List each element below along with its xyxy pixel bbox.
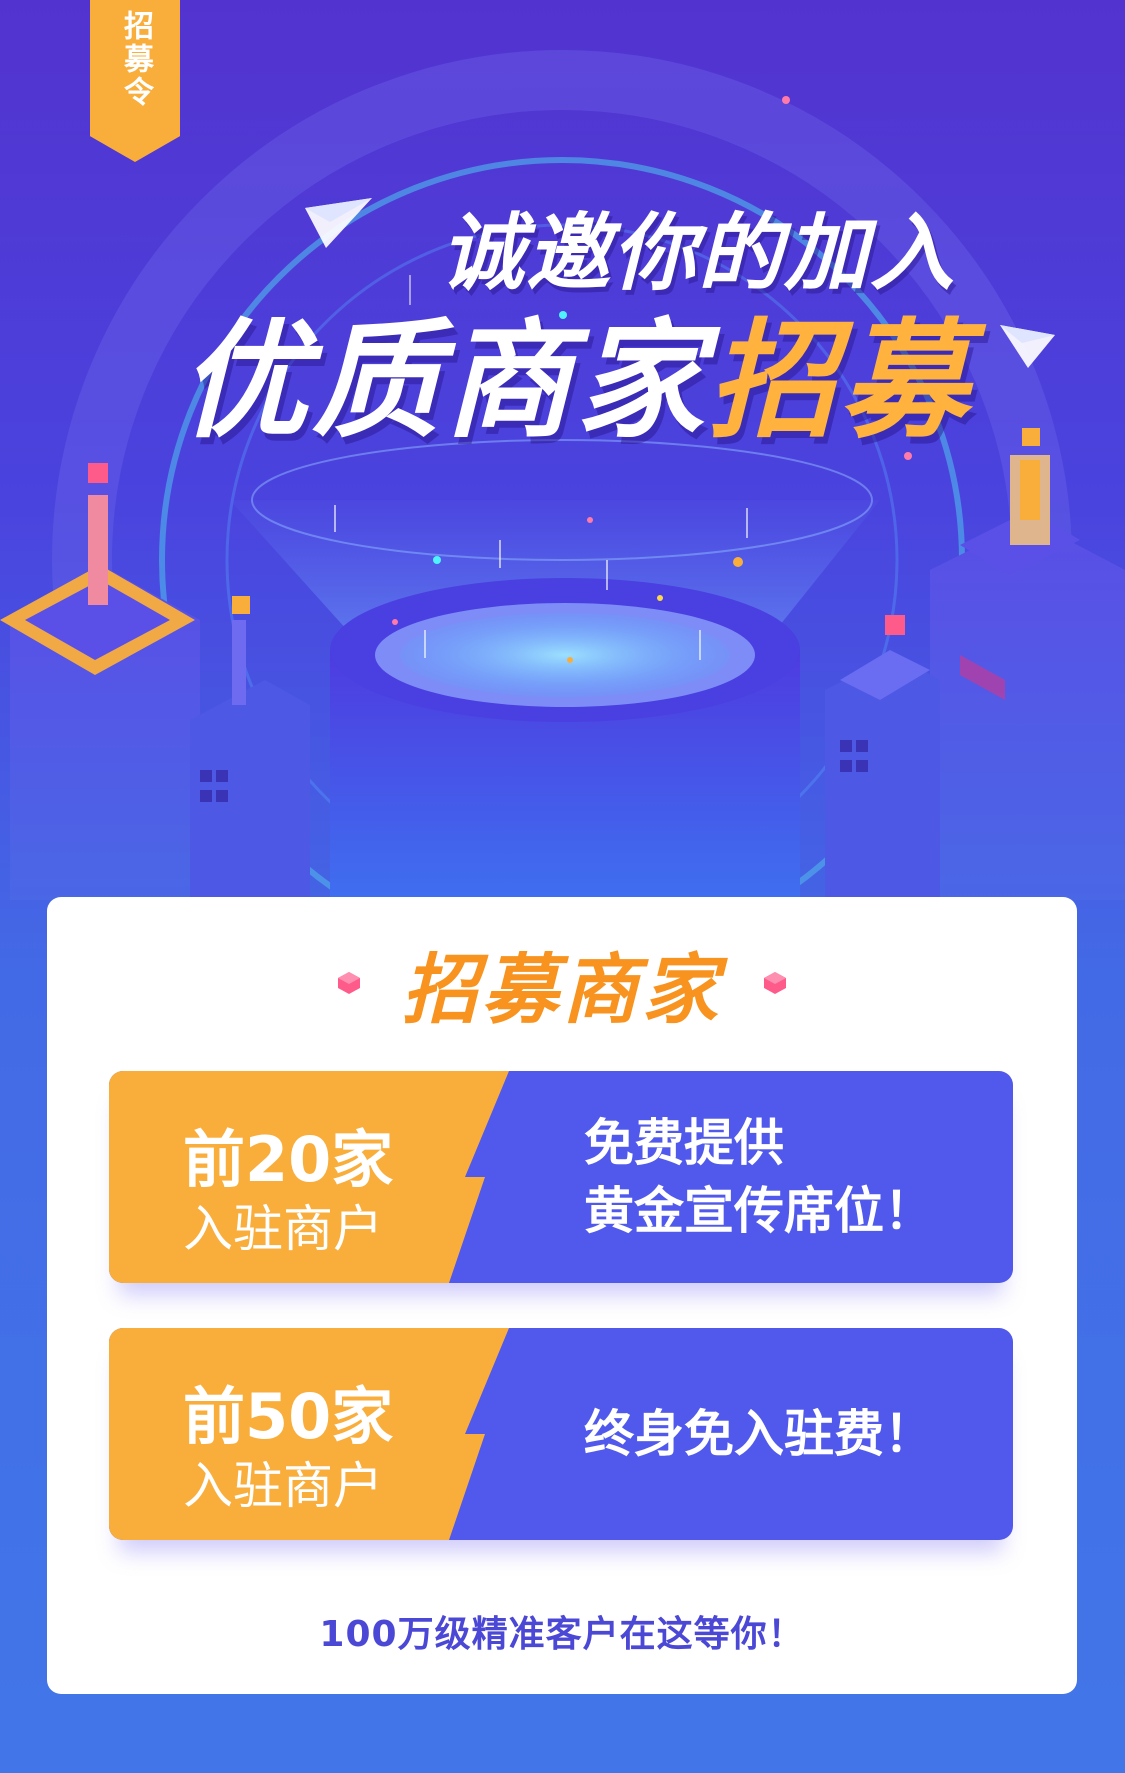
offer-rank-sub: 入驻商户 — [183, 1457, 383, 1515]
hero-title: 优质商家招募 — [180, 318, 972, 446]
offer-benefit-line: 黄金宣传席位！ — [584, 1182, 934, 1240]
hero-illustration — [0, 50, 1125, 960]
particle — [587, 517, 593, 523]
offer-benefit-line: 终身免入驻费！ — [584, 1405, 934, 1463]
cube-orange-left — [232, 596, 250, 614]
cube-orange-right — [1022, 428, 1040, 446]
particle — [782, 96, 790, 104]
offer-rank: 前20家 — [183, 1123, 394, 1196]
card-title-row: 招募商家 — [47, 935, 1077, 1034]
offer-top-20: 前20家 入驻商户 免费提供 黄金宣传席位！ — [109, 1071, 1013, 1283]
particle — [433, 556, 441, 564]
offer-benefit-line: 免费提供 — [584, 1114, 784, 1172]
recruitment-ribbon-badge: 招募令 — [90, 0, 180, 162]
cube-pink-left — [88, 463, 108, 483]
card-footer-text: 100万级精准客户在这等你！ — [319, 1614, 805, 1655]
hero-subtitle: 诚邀你的加入 — [440, 204, 957, 302]
particle — [567, 657, 573, 663]
cube-pink-right — [885, 615, 905, 635]
pink-cube-icon — [764, 972, 786, 994]
hero-title-white: 优质商家 — [180, 307, 709, 456]
offer-benefit-panel: 免费提供 黄金宣传席位！ — [584, 1071, 1004, 1283]
pedestal-glow — [400, 613, 730, 697]
recruitment-card: 招募商家 前20家 入驻商户 免费提供 黄金宣传席位！ 前50家 入驻商户 终身… — [47, 897, 1077, 1694]
offer-benefit-panel: 终身免入驻费！ — [584, 1328, 1004, 1540]
building-right-1 — [930, 520, 1125, 900]
card-title: 招募商家 — [402, 945, 722, 1034]
offer-rank: 前50家 — [183, 1380, 394, 1453]
particle — [733, 557, 743, 567]
offer-rank-sub: 入驻商户 — [183, 1200, 383, 1258]
pink-cube-icon — [338, 972, 360, 994]
hero-title-accent: 招募 — [708, 307, 973, 456]
particle — [657, 595, 663, 601]
offer-top-50: 前50家 入驻商户 终身免入驻费！ — [109, 1328, 1013, 1540]
particle — [392, 619, 398, 625]
ribbon-label: 招募令 — [118, 10, 153, 109]
